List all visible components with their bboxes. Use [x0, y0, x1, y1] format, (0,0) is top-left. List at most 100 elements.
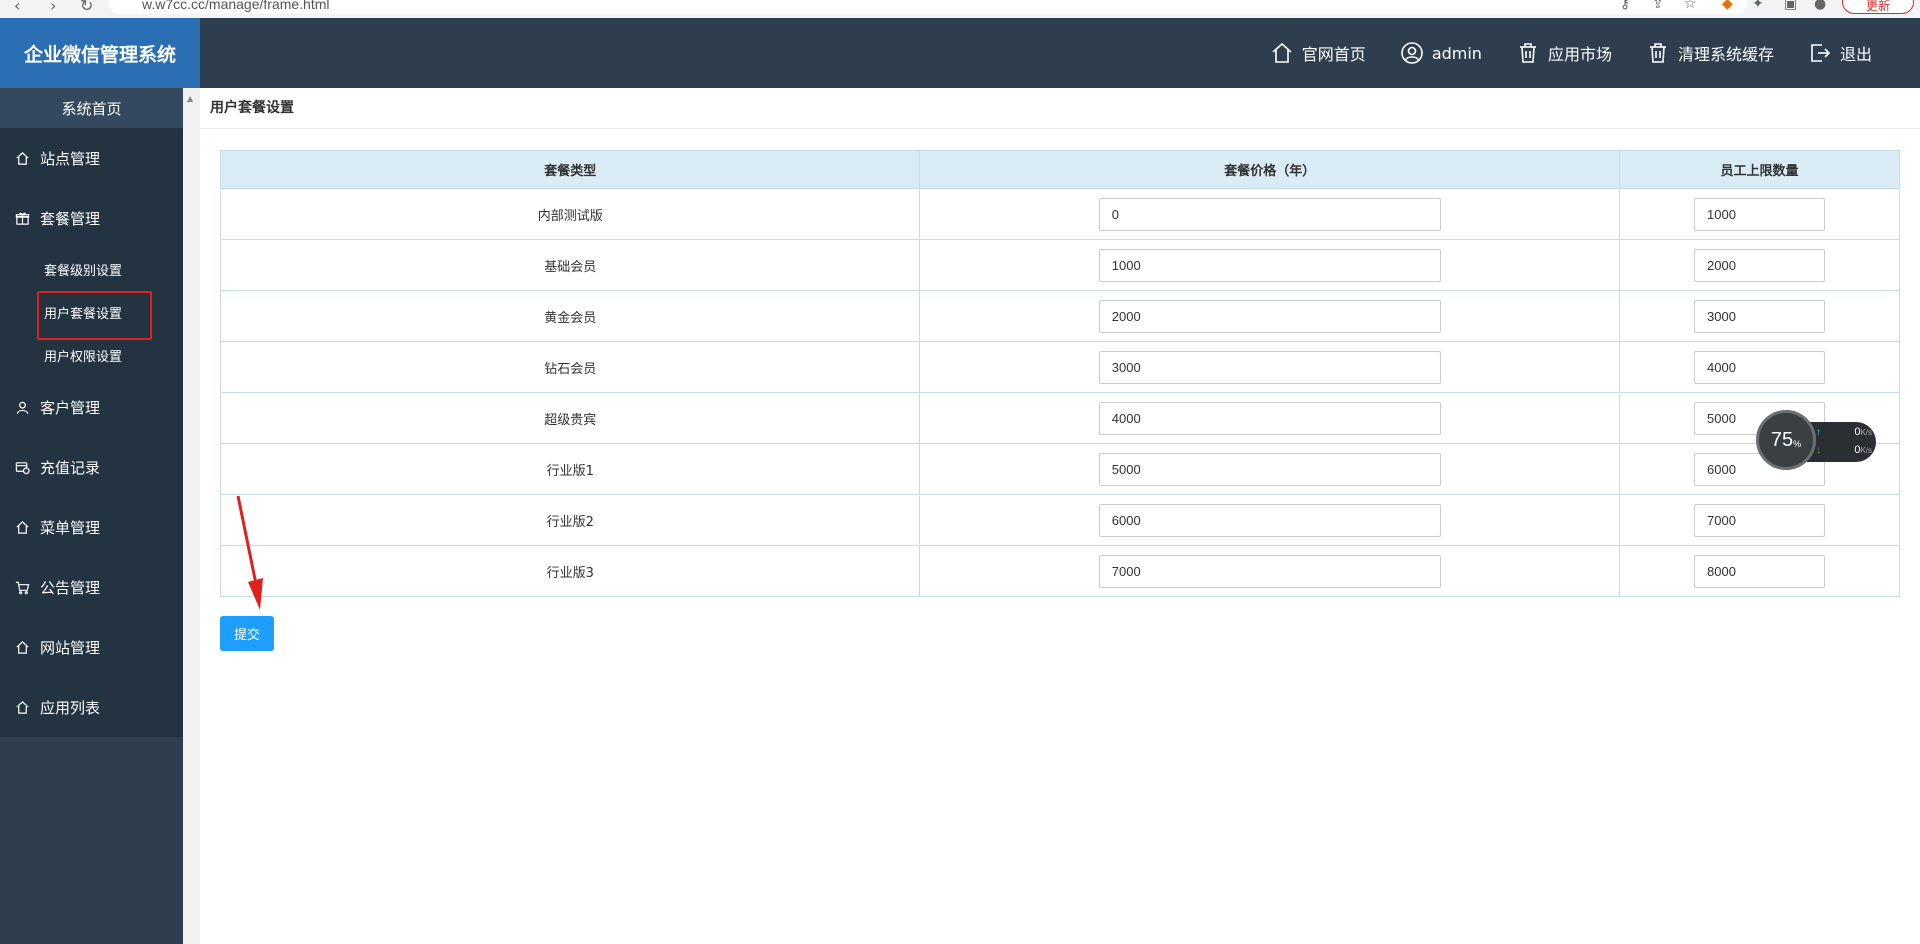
upload-speed: ↑ 0K/s — [1816, 426, 1872, 438]
sidebar-item-label: 公告管理 — [40, 578, 101, 597]
window-icon[interactable]: ▣ — [1784, 0, 1797, 12]
submit-button[interactable]: 提交 — [220, 616, 274, 651]
table-row: 内部测试版 — [219, 188, 1900, 240]
sidebar-item-website[interactable]: 网站管理 — [0, 617, 183, 677]
nav-clear-cache[interactable]: 清理系统缓存 — [1646, 41, 1774, 65]
browser-toolbar: ‹ › ↻ w.w7cc.cc/manage/frame.html ⚷ ⇪ ☆ … — [0, 0, 1920, 18]
sidebar-item-label: 网站管理 — [40, 638, 101, 657]
sidebar-subitem-user-package[interactable]: 用户套餐设置 — [0, 291, 183, 340]
price-input[interactable] — [1098, 401, 1441, 435]
staff-limit-input[interactable] — [1694, 350, 1826, 384]
sidebar-item-label: 充值记录 — [40, 458, 101, 477]
sidebar-home[interactable]: 系统首页 — [0, 88, 183, 128]
update-button-label: 更新 — [1865, 0, 1890, 13]
nav-logout[interactable]: 退出 — [1808, 41, 1872, 65]
column-header: 套餐类型 — [219, 150, 921, 189]
trash-icon — [1519, 43, 1536, 63]
star-icon[interactable]: ☆ — [1684, 0, 1697, 12]
sidebar-subitem-label: 用户权限设置 — [44, 350, 123, 365]
nav-app-market[interactable]: 应用市场 — [1516, 41, 1612, 65]
extension-icon[interactable]: ◆ — [1722, 0, 1733, 12]
nav-admin-label: admin — [1431, 43, 1482, 63]
package-table: 套餐类型 套餐价格（年） 员工上限数量 内部测试版 基础会员 黄金会员 — [219, 150, 1900, 597]
memory-usage-gauge: 75% — [1756, 410, 1816, 470]
sidebar-item-label: 站点管理 — [40, 149, 101, 168]
sidebar-subitem-user-permission[interactable]: 用户权限设置 — [0, 334, 183, 377]
table-row: 基础会员 — [219, 239, 1900, 291]
package-type: 行业版2 — [219, 494, 921, 546]
reload-icon[interactable]: ↻ — [80, 0, 93, 15]
staff-limit-input[interactable] — [1694, 554, 1826, 588]
table-row: 行业版2 — [219, 494, 1900, 546]
price-input[interactable] — [1098, 248, 1441, 282]
table-row: 钻石会员 — [219, 341, 1900, 393]
sidebar-item-label: 套餐管理 — [40, 209, 101, 228]
price-input[interactable] — [1098, 299, 1441, 333]
table-row: 行业版3 — [219, 545, 1900, 597]
top-header: 企业微信管理系统 官网首页 admin 应用市场 清理系统缓存 退出 — [0, 18, 1920, 88]
gauge-percent-unit: % — [1793, 439, 1802, 449]
package-type: 行业版3 — [219, 545, 921, 597]
nav-site-home-label: 官网首页 — [1301, 45, 1366, 64]
back-icon[interactable]: ‹ — [14, 0, 20, 15]
sidebar-item-menu[interactable]: 菜单管理 — [0, 497, 183, 557]
price-input[interactable] — [1098, 452, 1441, 486]
user-icon — [16, 401, 29, 414]
download-arrow-icon: ↓ — [1816, 444, 1821, 456]
update-button[interactable]: 更新 — [1842, 0, 1914, 14]
price-input[interactable] — [1098, 503, 1441, 537]
sidebar-item-customer[interactable]: 客户管理 — [0, 377, 183, 437]
puzzle-icon[interactable]: ✦ — [1752, 0, 1764, 12]
sidebar-item-site[interactable]: 站点管理 — [0, 128, 183, 188]
app-logo: 企业微信管理系统 — [0, 18, 200, 88]
user-icon — [1401, 42, 1423, 64]
recharge-icon — [15, 461, 30, 474]
staff-limit-input[interactable] — [1694, 248, 1826, 282]
address-bar[interactable] — [108, 0, 1748, 14]
extension-icon[interactable]: ⚷ — [1620, 0, 1630, 12]
annotation-arrow-icon — [236, 495, 263, 610]
nav-clear-cache-label: 清理系统缓存 — [1677, 45, 1774, 64]
logout-icon — [1811, 44, 1831, 62]
home-icon — [16, 520, 29, 534]
main-content: 用户套餐设置 套餐类型 套餐价格（年） 员工上限数量 内部测试版 基础会员 黄金… — [200, 88, 1920, 944]
upload-arrow-icon: ↑ — [1816, 426, 1821, 438]
page-title: 用户套餐设置 — [200, 88, 1920, 129]
nav-admin[interactable]: admin — [1400, 41, 1482, 65]
sidebar-item-package[interactable]: 套餐管理 — [0, 188, 183, 248]
package-type: 黄金会员 — [219, 290, 921, 342]
scroll-up-icon[interactable]: ▲ — [187, 94, 193, 103]
home-icon — [16, 640, 29, 654]
top-nav: 官网首页 admin 应用市场 清理系统缓存 退出 — [1270, 18, 1872, 88]
trash-icon — [1649, 43, 1666, 63]
sidebar-item-recharge[interactable]: 充值记录 — [0, 437, 183, 497]
gauge-percent: 75 — [1770, 428, 1794, 451]
price-input[interactable] — [1098, 197, 1441, 231]
staff-limit-input[interactable] — [1694, 299, 1826, 333]
sidebar-subitem-package-level[interactable]: 套餐级别设置 — [0, 248, 183, 291]
share-icon[interactable]: ⇪ — [1652, 0, 1664, 12]
price-input[interactable] — [1098, 350, 1441, 384]
package-type: 超级贵宾 — [219, 392, 921, 444]
forward-icon[interactable]: › — [50, 0, 56, 15]
speed-unit: K/s — [1860, 428, 1872, 437]
profile-icon[interactable]: ● — [1814, 0, 1826, 12]
staff-limit-input[interactable] — [1694, 197, 1826, 231]
network-speed-widget[interactable]: 75% ↑ 0K/s ↓ 0K/s — [1756, 410, 1876, 470]
price-input[interactable] — [1098, 554, 1441, 588]
package-type: 行业版1 — [219, 443, 921, 495]
sidebar-item-app-list[interactable]: 应用列表 — [0, 677, 183, 737]
home-icon — [16, 151, 29, 165]
staff-limit-input[interactable] — [1694, 503, 1826, 537]
sidebar-item-notice[interactable]: 公告管理 — [0, 557, 183, 617]
package-type: 内部测试版 — [219, 188, 921, 240]
sidebar: 系统首页 站点管理 套餐管理 套餐级别设置 用户套餐设置 用户权限设置 客户管理… — [0, 88, 183, 944]
address-bar-url: w.w7cc.cc/manage/frame.html — [142, 0, 330, 12]
gift-icon — [15, 212, 30, 225]
package-type: 钻石会员 — [219, 341, 921, 393]
nav-site-home[interactable]: 官网首页 — [1270, 41, 1366, 65]
scrollbar[interactable]: ▲ — [183, 88, 200, 944]
table-row: 行业版1 — [219, 443, 1900, 495]
cart-icon — [15, 581, 30, 594]
sidebar-subitem-label: 套餐级别设置 — [44, 264, 123, 279]
